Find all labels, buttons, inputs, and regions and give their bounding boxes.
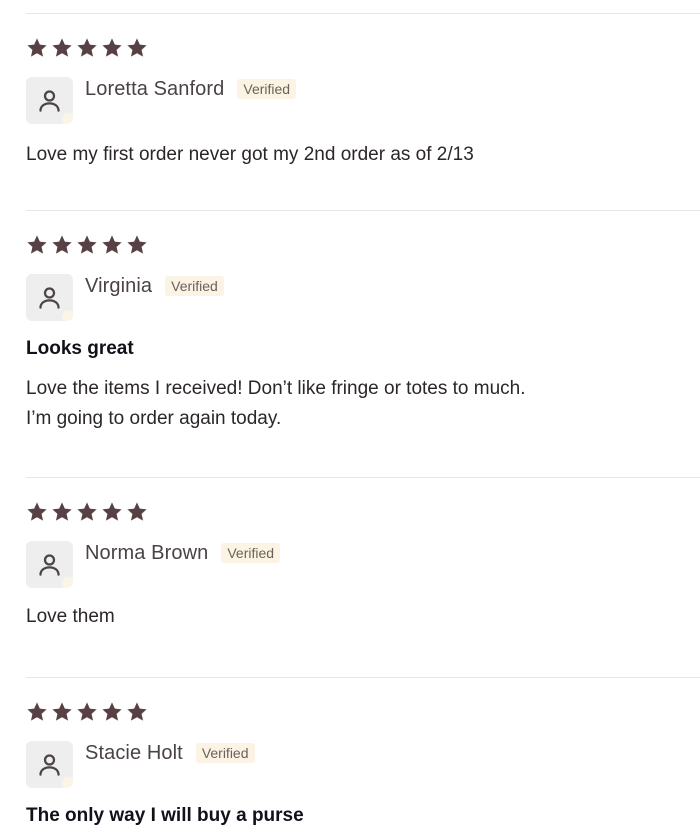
star-icon [26, 501, 48, 523]
review-divider [26, 210, 700, 211]
star-icon [76, 701, 98, 723]
star-icon [51, 701, 73, 723]
star-icon [76, 234, 98, 256]
reviews-list: Loretta Sanford Verified Love my first o… [0, 0, 700, 840]
avatar-status-dot [62, 777, 73, 788]
author-name: Loretta Sanford [85, 77, 225, 100]
star-icon [101, 501, 123, 523]
user-icon [39, 754, 60, 776]
avatar [26, 274, 73, 321]
star-icon [126, 701, 148, 723]
avatar-status-dot [62, 113, 73, 124]
avatar [26, 541, 73, 588]
review-title: Looks great [26, 338, 134, 359]
review-divider [26, 13, 700, 14]
star-rating [26, 37, 148, 61]
review-item: Virginia Verified Looks great Love the i… [26, 234, 700, 464]
author-name: Virginia [85, 274, 153, 297]
verified-badge: Verified [195, 743, 255, 763]
star-icon [126, 501, 148, 523]
verified-badge: Verified [237, 79, 297, 99]
review-item: Stacie Holt Verified The only way I will… [26, 701, 700, 840]
avatar-status-dot [62, 577, 73, 588]
avatar [26, 741, 73, 788]
author-name: Stacie Holt [85, 741, 183, 764]
star-icon [26, 37, 48, 59]
author-row: Norma Brown Verified [85, 541, 281, 565]
star-icon [51, 501, 73, 523]
star-icon [51, 37, 73, 59]
avatar-status-dot [62, 310, 73, 321]
author-row: Virginia Verified [85, 274, 224, 298]
review-title: The only way I will buy a purse [26, 805, 304, 826]
review-body-line: Love them [26, 606, 115, 627]
star-icon [101, 234, 123, 256]
review-body: Love them [26, 602, 115, 632]
star-icon [76, 501, 98, 523]
star-icon [101, 37, 123, 59]
review-body-line: Love the items I received! Don’t like fr… [26, 378, 526, 399]
review-body-line: I’m going to order again today. [26, 408, 282, 429]
review-divider [26, 477, 700, 478]
verified-badge: Verified [165, 276, 224, 296]
author-name: Norma Brown [85, 541, 209, 564]
star-icon [76, 37, 98, 59]
review-body-line: Love my first order never got my 2nd ord… [26, 144, 474, 165]
avatar [26, 77, 73, 124]
review-body: Love the items I received! Don’t like fr… [26, 374, 526, 434]
star-rating [26, 501, 148, 525]
user-icon [39, 554, 60, 576]
star-rating [26, 701, 148, 725]
star-icon [126, 234, 148, 256]
user-icon [39, 287, 60, 309]
review-divider [26, 677, 700, 678]
review-item: Loretta Sanford Verified Love my first o… [26, 37, 700, 197]
star-icon [26, 234, 48, 256]
star-rating [26, 234, 148, 258]
star-icon [26, 701, 48, 723]
author-row: Stacie Holt Verified [85, 741, 255, 765]
author-row: Loretta Sanford Verified [85, 77, 297, 101]
star-icon [126, 37, 148, 59]
verified-badge: Verified [221, 543, 281, 563]
user-icon [39, 90, 60, 112]
review-body: Love my first order never got my 2nd ord… [26, 140, 474, 170]
star-icon [51, 234, 73, 256]
star-icon [101, 701, 123, 723]
review-item: Norma Brown Verified Love them [26, 501, 700, 661]
